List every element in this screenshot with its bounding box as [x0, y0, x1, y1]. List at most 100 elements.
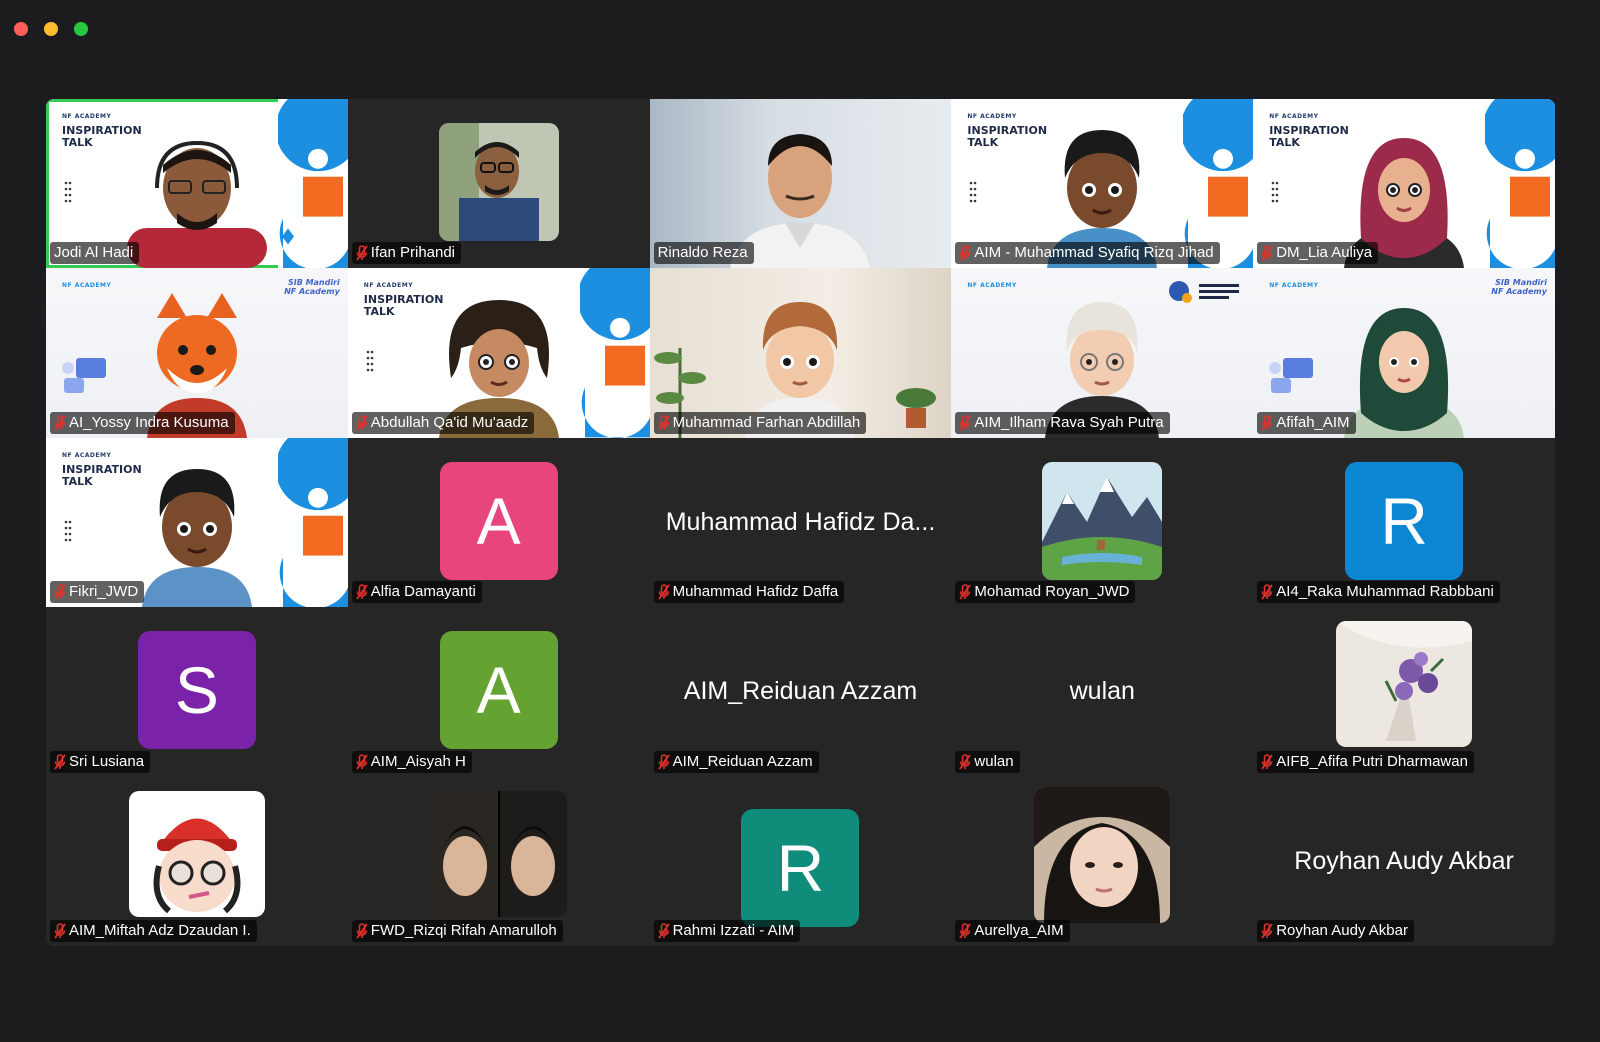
participant-display-name: wulan: [1069, 677, 1135, 706]
participant-name-tag: Ifan Prihandi: [351, 242, 462, 265]
mic-muted-icon: [54, 923, 66, 939]
drag-dots-icon: [1271, 181, 1279, 203]
profile-photo-mountain: [1042, 461, 1163, 580]
participant-name-tag: Abdullah Qa'id Mu'aadz: [351, 411, 535, 434]
video-tile-afifa-putri-dharmawan[interactable]: AIFB_Afifa Putri Dharmawan: [1253, 607, 1555, 777]
participant-name-tag: AI_Yossy Indra Kusuma: [50, 411, 235, 434]
brand-label: NF ACADEMY: [363, 282, 414, 290]
mic-muted-icon: [356, 414, 368, 431]
profile-photo: [438, 123, 559, 241]
drag-dots-icon: [64, 181, 72, 203]
mic-muted-icon: [1261, 923, 1273, 939]
sib-mandiri-logo: SIB Mandiri NF Academy: [284, 278, 340, 297]
kompetensi-logo: [1169, 281, 1240, 304]
profile-photo: [430, 790, 567, 917]
participant-name-tag: DM_Lia Auliya: [1257, 242, 1379, 265]
mic-muted-icon: [959, 245, 972, 261]
mic-muted-icon: [1261, 753, 1273, 770]
minimize-window-button[interactable]: [44, 22, 58, 36]
brand-label: NF ACADEMY: [62, 282, 112, 290]
video-tile-alfia-damayanti[interactable]: A Alfia Damayanti: [347, 437, 650, 608]
close-window-button[interactable]: [14, 22, 28, 36]
mic-muted-icon: [356, 923, 368, 939]
video-tile-rinaldo-reza[interactable]: Rinaldo Reza: [649, 99, 952, 269]
video-tile-muhammad-syafiq-rizq-jihad[interactable]: NF ACADEMY INSPIRATION TALK AIM - Muhamma…: [951, 99, 1254, 269]
mic-muted-icon: [657, 753, 670, 770]
letter-avatar: R: [1345, 461, 1464, 580]
video-tile-aisyah-h[interactable]: A AIM_Aisyah H: [347, 607, 650, 777]
mic-muted-icon: [657, 414, 670, 431]
brand-label: NF ACADEMY: [1269, 282, 1319, 290]
video-tile-afifah-aim[interactable]: NF ACADEMY SIB Mandiri NF Academy Afifah_…: [1253, 268, 1555, 438]
video-tile-muhammad-farhan-abdillah[interactable]: Muhammad Farhan Abdillah: [649, 268, 952, 438]
brand-title: INSPIRATION TALK: [967, 124, 1048, 149]
video-tile-mohamad-royan-jwd[interactable]: Mohamad Royan_JWD: [951, 437, 1254, 608]
mic-muted-icon: [959, 923, 972, 939]
brand-label: NF ACADEMY: [967, 113, 1017, 120]
participant-name-tag: AI4_Raka Muhammad Rabbbani: [1257, 581, 1500, 604]
mic-muted-icon: [54, 584, 66, 600]
participant-name-tag: FWD_Rizqi Rifah Amarulloh: [351, 919, 563, 942]
video-tile-sri-lusiana[interactable]: S Sri Lusiana: [46, 607, 348, 777]
brand-title: INSPIRATION TALK: [62, 462, 142, 488]
letter-avatar: A: [439, 461, 558, 580]
video-tile-miftah-adz-dzaudan[interactable]: AIM_Miftah Adz Dzaudan I.: [46, 776, 348, 946]
zoom-window-button[interactable]: [74, 22, 88, 36]
video-tile-wulan[interactable]: wulan wulan: [951, 607, 1254, 777]
brand-label: NF ACADEMY: [1269, 113, 1319, 120]
video-tile-reiduan-azzam[interactable]: AIM_Reiduan Azzam AIM_Reiduan Azzam: [649, 607, 952, 777]
participant-name-tag: AIM_Miftah Adz Dzaudan I.: [50, 919, 257, 942]
drag-dots-icon: [366, 351, 374, 372]
window-titlebar: [0, 0, 1600, 60]
participant-name-tag: Jodi Al Hadi: [50, 242, 140, 265]
video-tile-rizqi-rifah-amarulloh[interactable]: FWD_Rizqi Rifah Amarulloh: [347, 776, 650, 946]
participant-name-tag: Fikri_JWD: [50, 581, 145, 604]
video-tile-muhammad-hafidz-daffa[interactable]: Muhammad Hafidz Da... Muhammad Hafidz Da…: [649, 437, 952, 608]
mic-muted-icon: [54, 753, 66, 770]
video-tile-rahmi-izzati[interactable]: R Rahmi Izzati - AIM: [649, 776, 952, 946]
participant-name-tag: Mohamad Royan_JWD: [955, 581, 1136, 604]
mic-muted-icon: [356, 584, 368, 600]
plant-decoration: [896, 388, 937, 429]
video-tile-ifan-prihandi[interactable]: Ifan Prihandi: [347, 99, 650, 269]
participant-name-tag: Aurellya_AIM: [955, 919, 1070, 942]
participant-name-tag: AIM - Muhammad Syafiq Rizq Jihad: [955, 242, 1220, 265]
letter-avatar: R: [741, 808, 860, 927]
memoji-avatar: [141, 469, 252, 608]
gallery-view: NF ACADEMY INSPIRATION TALK Jodi Al Hadi …: [46, 99, 1555, 946]
profile-photo-flowers: [1336, 621, 1473, 748]
video-tile-raka-muhammad-rabbbani[interactable]: R AI4_Raka Muhammad Rabbbani: [1253, 437, 1555, 608]
brand-title: INSPIRATION TALK: [1269, 124, 1349, 149]
mic-muted-icon: [1261, 414, 1273, 431]
mic-muted-icon: [657, 923, 670, 939]
video-tile-jodi-al-hadi[interactable]: NF ACADEMY INSPIRATION TALK Jodi Al Hadi: [46, 99, 348, 269]
letter-avatar: A: [439, 631, 558, 750]
participant-name-tag: Royhan Audy Akbar: [1257, 919, 1414, 942]
video-tile-fikri-jwd[interactable]: NF ACADEMY INSPIRATION TALK Fikri_JWD: [46, 437, 348, 608]
mic-muted-icon: [959, 414, 972, 431]
brand-label: NF ACADEMY: [62, 451, 112, 459]
brand-label: NF ACADEMY: [62, 113, 112, 120]
participant-name-tag: Sri Lusiana: [50, 750, 151, 773]
video-tile-ilham-rava-syah-putra[interactable]: NF ACADEMY AIM_Ilham Rava Syah Putra: [951, 268, 1254, 438]
mic-muted-icon: [356, 245, 368, 261]
brand-shapes-decoration: [277, 99, 348, 269]
video-tile-yossy-indra-kusuma[interactable]: NF ACADEMY SIB Mandiri NF Academy AI_Yoss…: [46, 268, 348, 438]
drag-dots-icon: [64, 520, 72, 542]
profile-photo-cartoon: [128, 790, 265, 917]
video-tile-aurellya-aim[interactable]: Aurellya_AIM: [951, 776, 1254, 946]
robot-illustration: [1269, 358, 1314, 394]
participant-name-tag: Alfia Damayanti: [351, 581, 482, 604]
participant-name-tag: Afifah_AIM: [1257, 411, 1356, 434]
participant-display-name: Royhan Audy Akbar: [1294, 846, 1514, 875]
participant-name-tag: AIM_Reiduan Azzam: [653, 750, 819, 773]
video-tile-lia-auliya[interactable]: NF ACADEMY INSPIRATION TALK DM_Lia Auliya: [1253, 99, 1555, 269]
profile-photo: [1034, 786, 1171, 923]
video-tile-royhan-audy-akbar[interactable]: Royhan Audy Akbar Royhan Audy Akbar: [1253, 776, 1555, 946]
mic-muted-icon: [356, 753, 368, 770]
mic-muted-icon: [657, 584, 670, 600]
mic-muted-icon: [54, 414, 66, 431]
robot-illustration: [62, 358, 106, 394]
video-tile-abdullah-qaid-muaadz[interactable]: NF ACADEMY INSPIRATION TALK Abdullah Qa'i…: [347, 268, 650, 438]
letter-avatar: S: [137, 631, 256, 750]
